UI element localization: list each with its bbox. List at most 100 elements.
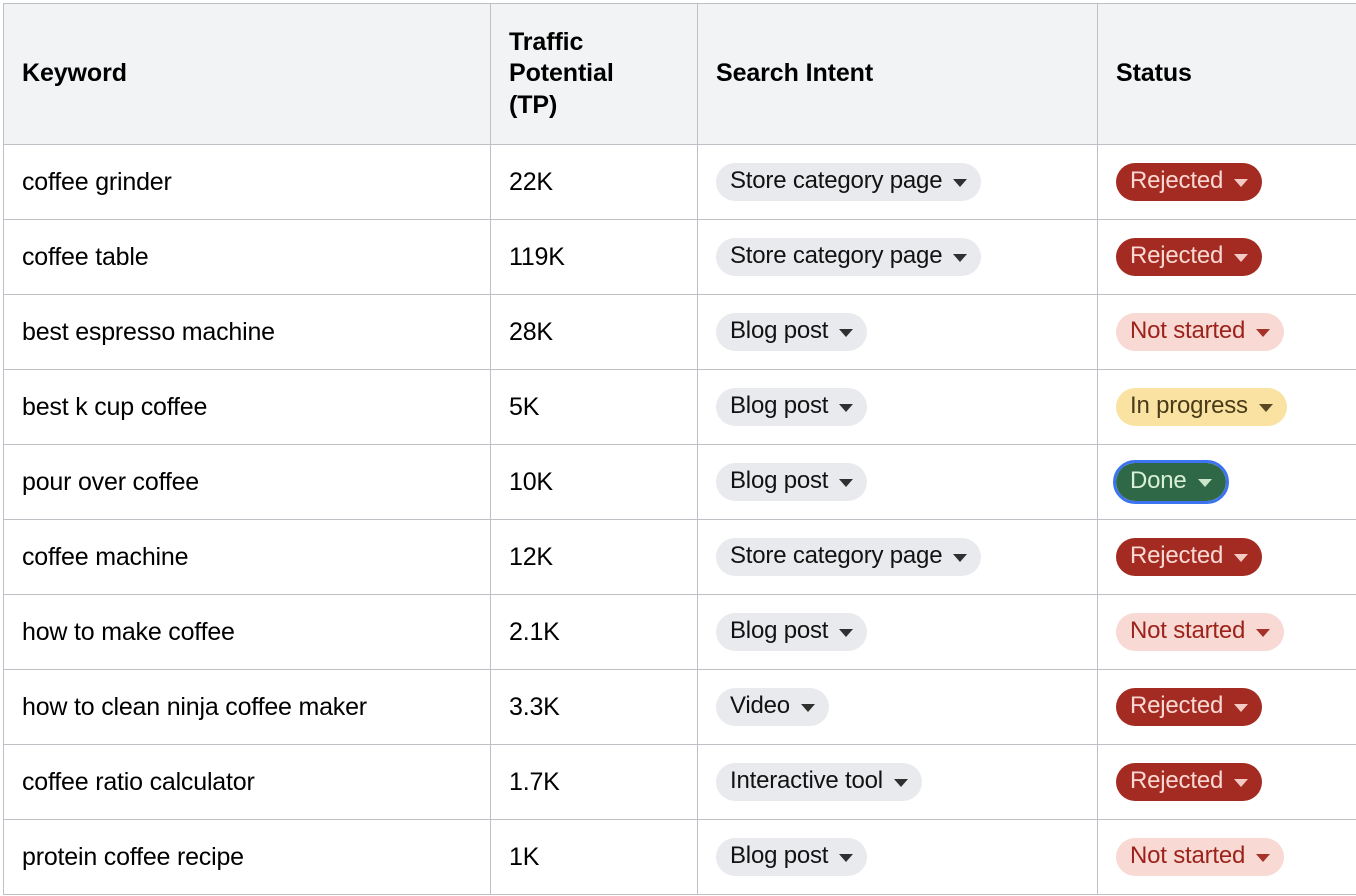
search-intent-cell: Store category page (697, 144, 1098, 220)
table-row: coffee machine 12K Store category page Reje… (3, 519, 1356, 595)
table-header: Keyword Traffic Potential (TP) Search In… (3, 3, 1356, 145)
status-cell: Rejected (1097, 219, 1356, 295)
traffic-potential-cell[interactable]: 10K (490, 444, 698, 520)
status-dropdown[interactable]: Rejected (1116, 238, 1263, 276)
search-intent-dropdown[interactable]: Store category page (716, 238, 982, 276)
status-cell: Done (1097, 444, 1356, 520)
traffic-potential-cell[interactable]: 28K (490, 294, 698, 370)
column-header-traffic-potential: Traffic Potential (TP) (490, 3, 698, 145)
status-dropdown[interactable]: Not started (1116, 838, 1285, 876)
search-intent-label: Blog post (730, 392, 829, 420)
search-intent-cell: Interactive tool (697, 744, 1098, 820)
table-row: pour over coffee 10K Blog post Done (3, 444, 1356, 520)
search-intent-dropdown[interactable]: Store category page (716, 163, 982, 201)
status-dropdown[interactable]: Not started (1116, 613, 1285, 651)
search-intent-label: Blog post (730, 617, 829, 645)
search-intent-label: Blog post (730, 842, 829, 870)
chevron-down-icon (1256, 628, 1271, 637)
column-header-status-label: Status (1116, 59, 1192, 88)
keyword-cell[interactable]: best espresso machine (3, 294, 491, 370)
search-intent-cell: Store category page (697, 219, 1098, 295)
traffic-potential-cell[interactable]: 1K (490, 819, 698, 895)
status-badge-label: Done (1130, 467, 1187, 495)
column-header-keyword-label: Keyword (22, 59, 127, 88)
column-header-keyword: Keyword (3, 3, 491, 145)
status-dropdown[interactable]: Done (1113, 460, 1229, 504)
status-dropdown[interactable]: Rejected (1116, 688, 1263, 726)
keyword-cell[interactable]: best k cup coffee (3, 369, 491, 445)
chevron-down-icon (1234, 553, 1249, 562)
column-header-search-intent: Search Intent (697, 3, 1098, 145)
search-intent-cell: Blog post (697, 594, 1098, 670)
keyword-cell[interactable]: pour over coffee (3, 444, 491, 520)
keyword-cell[interactable]: coffee grinder (3, 144, 491, 220)
chevron-down-icon (839, 403, 854, 412)
status-dropdown[interactable]: Rejected (1116, 163, 1263, 201)
chevron-down-icon (839, 478, 854, 487)
search-intent-dropdown[interactable]: Blog post (716, 388, 868, 426)
status-dropdown[interactable]: Not started (1116, 313, 1285, 351)
keyword-cell[interactable]: how to clean ninja coffee maker (3, 669, 491, 745)
search-intent-dropdown[interactable]: Video (716, 688, 829, 726)
table-row: best espresso machine 28K Blog post Not sta… (3, 294, 1356, 370)
search-intent-cell: Blog post (697, 444, 1098, 520)
column-header-search-intent-label: Search Intent (716, 59, 874, 88)
table-row: coffee table 119K Store category page Rejec… (3, 219, 1356, 295)
table-row: coffee grinder 22K Store category page Reje… (3, 144, 1356, 220)
keyword-cell[interactable]: how to make coffee (3, 594, 491, 670)
status-badge-label: In progress (1130, 392, 1248, 420)
status-badge-label: Rejected (1130, 767, 1224, 795)
chevron-down-icon (1234, 253, 1249, 262)
chevron-down-icon (1234, 778, 1249, 787)
search-intent-cell: Video (697, 669, 1098, 745)
search-intent-label: Interactive tool (730, 767, 883, 795)
chevron-down-icon (839, 853, 854, 862)
chevron-down-icon (953, 178, 968, 187)
traffic-potential-cell[interactable]: 1.7K (490, 744, 698, 820)
keyword-cell[interactable]: coffee table (3, 219, 491, 295)
chevron-down-icon (1234, 178, 1249, 187)
keyword-cell[interactable]: coffee machine (3, 519, 491, 595)
chevron-down-icon (1256, 328, 1271, 337)
table-header-row: Keyword Traffic Potential (TP) Search In… (3, 3, 1356, 145)
keyword-cell[interactable]: coffee ratio calculator (3, 744, 491, 820)
search-intent-dropdown[interactable]: Blog post (716, 613, 868, 651)
status-cell: Rejected (1097, 669, 1356, 745)
chevron-down-icon (1197, 478, 1212, 487)
search-intent-cell: Store category page (697, 519, 1098, 595)
traffic-potential-cell[interactable]: 22K (490, 144, 698, 220)
chevron-down-icon (800, 703, 815, 712)
status-dropdown[interactable]: In progress (1116, 388, 1287, 426)
search-intent-dropdown[interactable]: Store category page (716, 538, 982, 576)
search-intent-dropdown[interactable]: Blog post (716, 463, 868, 501)
table-row: how to clean ninja coffee maker 3.3K Video… (3, 669, 1356, 745)
document-canvas: Keyword Traffic Potential (TP) Search In… (0, 3, 1356, 896)
status-badge-label: Not started (1130, 617, 1246, 645)
keyword-cell[interactable]: protein coffee recipe (3, 819, 491, 895)
traffic-potential-cell[interactable]: 12K (490, 519, 698, 595)
search-intent-label: Blog post (730, 317, 829, 345)
search-intent-dropdown[interactable]: Blog post (716, 313, 868, 351)
chevron-down-icon (953, 553, 968, 562)
table-row: best k cup coffee 5K Blog post In progress (3, 369, 1356, 445)
status-cell: Not started (1097, 819, 1356, 895)
search-intent-label: Store category page (730, 542, 943, 570)
traffic-potential-cell[interactable]: 5K (490, 369, 698, 445)
search-intent-dropdown[interactable]: Blog post (716, 838, 868, 876)
traffic-potential-cell[interactable]: 2.1K (490, 594, 698, 670)
chevron-down-icon (1258, 403, 1273, 412)
status-dropdown[interactable]: Rejected (1116, 538, 1263, 576)
table-row: how to make coffee 2.1K Blog post Not start… (3, 594, 1356, 670)
column-header-traffic-potential-label: Traffic Potential (TP) (509, 27, 614, 119)
keyword-planning-table: Keyword Traffic Potential (TP) Search In… (3, 3, 1356, 895)
status-cell: Not started (1097, 294, 1356, 370)
status-badge-label: Not started (1130, 317, 1246, 345)
table-row: protein coffee recipe 1K Blog post Not star… (3, 819, 1356, 895)
traffic-potential-cell[interactable]: 3.3K (490, 669, 698, 745)
status-badge-label: Rejected (1130, 692, 1224, 720)
traffic-potential-cell[interactable]: 119K (490, 219, 698, 295)
status-cell: Rejected (1097, 144, 1356, 220)
search-intent-dropdown[interactable]: Interactive tool (716, 763, 922, 801)
search-intent-cell: Blog post (697, 369, 1098, 445)
status-dropdown[interactable]: Rejected (1116, 763, 1263, 801)
